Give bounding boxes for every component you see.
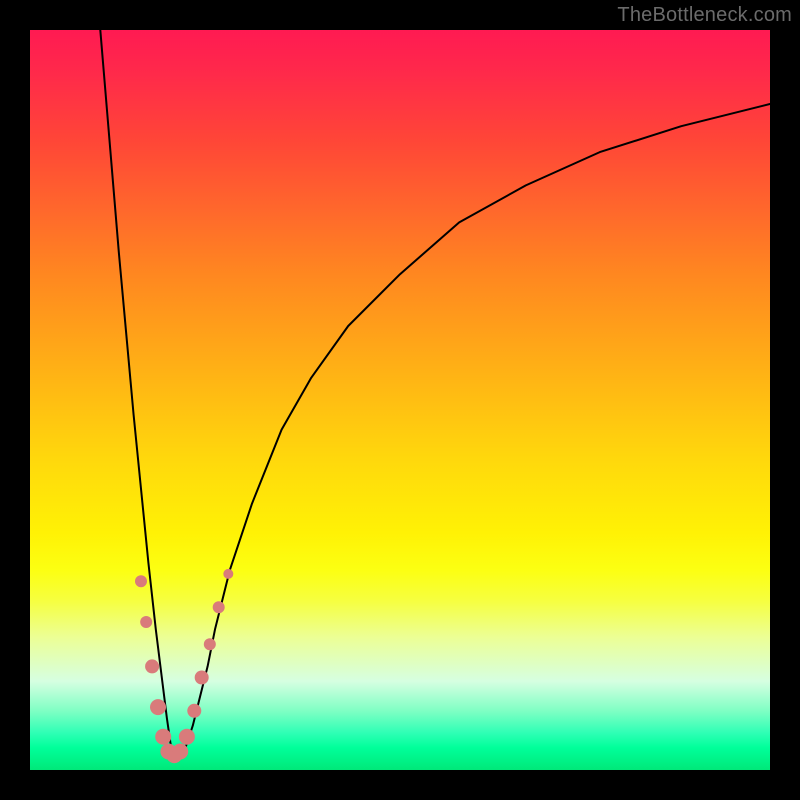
heat-gradient-background xyxy=(30,30,770,770)
plot-area xyxy=(30,30,770,770)
chart-frame: TheBottleneck.com xyxy=(0,0,800,800)
watermark-text: TheBottleneck.com xyxy=(617,4,792,27)
